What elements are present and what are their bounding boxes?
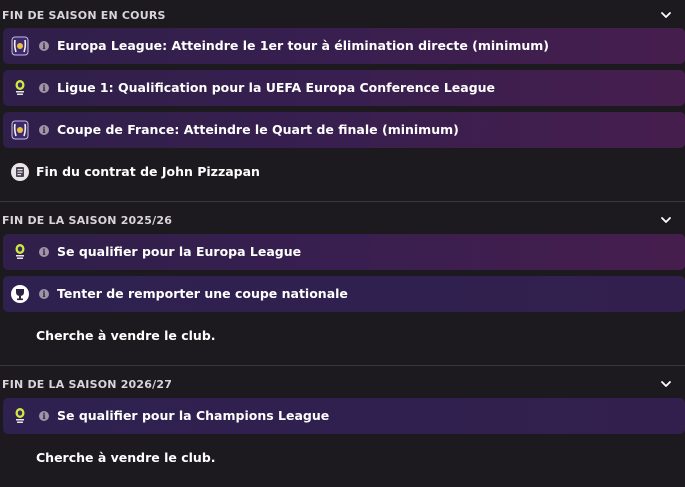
- section-current-season: FIN DE SAISON EN COURS: [0, 2, 685, 28]
- expectation-text: Se qualifier pour la Champions League: [57, 408, 330, 423]
- trophy-icon: [10, 283, 30, 305]
- expectation-text: Europa League: Atteindre le 1er tour à é…: [57, 38, 550, 53]
- info-icon[interactable]: i: [39, 289, 49, 299]
- expectation-text: Cherche à vendre le club.: [36, 450, 216, 465]
- list-item-expectation[interactable]: i Se qualifier pour la Europa League: [3, 234, 685, 270]
- list-item-expectation[interactable]: i Coupe de France: Atteindre le Quart de…: [3, 112, 685, 148]
- section-header[interactable]: FIN DE LA SAISON 2025/26: [0, 207, 685, 233]
- section-season-2026-27: FIN DE LA SAISON 2026/27: [0, 371, 685, 397]
- chevron-down-icon[interactable]: [659, 8, 673, 22]
- section-title: FIN DE LA SAISON 2025/26: [2, 213, 173, 227]
- info-icon[interactable]: i: [39, 411, 49, 421]
- info-icon[interactable]: i: [39, 83, 49, 93]
- info-icon[interactable]: i: [39, 41, 49, 51]
- info-icon[interactable]: i: [39, 247, 49, 257]
- expectation-text: Tenter de remporter une coupe nationale: [57, 286, 348, 301]
- ligue1-icon: [10, 77, 30, 99]
- section-divider: [0, 201, 685, 202]
- section-season-2025-26: FIN DE LA SAISON 2025/26: [0, 207, 685, 233]
- section-title: FIN DE SAISON EN COURS: [2, 8, 166, 22]
- list-item-expectation[interactable]: i Tenter de remporter une coupe national…: [3, 276, 685, 312]
- chevron-down-icon[interactable]: [659, 377, 673, 391]
- expectation-text: Coupe de France: Atteindre le Quart de f…: [57, 122, 459, 137]
- ligue1-icon: [10, 405, 30, 427]
- europa-league-icon: [10, 119, 30, 141]
- expectation-text: Ligue 1: Qualification pour la UEFA Euro…: [57, 80, 496, 95]
- list-item-expectation[interactable]: i Se qualifier pour la Champions League: [3, 398, 685, 434]
- section-title: FIN DE LA SAISON 2026/27: [2, 377, 173, 391]
- section-header[interactable]: FIN DE LA SAISON 2026/27: [0, 371, 685, 397]
- ligue1-icon: [10, 241, 30, 263]
- list-item-expectation[interactable]: Fin du contrat de John Pizzapan: [3, 154, 685, 190]
- list-item-expectation[interactable]: i Europa League: Atteindre le 1er tour à…: [3, 28, 685, 64]
- section-divider: [0, 365, 685, 366]
- list-item-expectation[interactable]: i Ligue 1: Qualification pour la UEFA Eu…: [3, 70, 685, 106]
- list-item-expectation[interactable]: Cherche à vendre le club.: [3, 318, 685, 354]
- board-expectations-panel: FIN DE SAISON EN COURS i Europa League: …: [0, 0, 685, 487]
- section-header[interactable]: FIN DE SAISON EN COURS: [0, 2, 685, 28]
- expectation-text: Cherche à vendre le club.: [36, 328, 216, 343]
- info-icon[interactable]: i: [39, 125, 49, 135]
- contract-icon: [10, 161, 30, 183]
- europa-league-icon: [10, 35, 30, 57]
- expectation-text: Se qualifier pour la Europa League: [57, 244, 302, 259]
- expectation-text: Fin du contrat de John Pizzapan: [36, 164, 260, 179]
- chevron-down-icon[interactable]: [659, 213, 673, 227]
- list-item-expectation[interactable]: Cherche à vendre le club.: [3, 440, 685, 476]
